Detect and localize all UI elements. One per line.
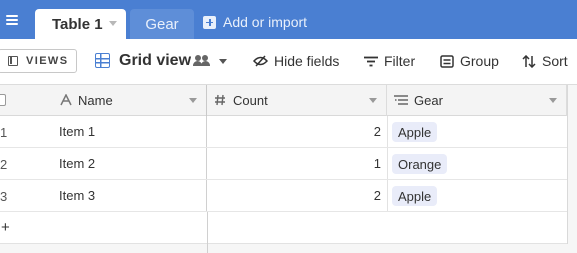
table-row[interactable]: 1 Item 1 2 Apple <box>0 116 567 148</box>
row-number: 1 <box>0 125 8 140</box>
eye-slash-icon <box>253 55 268 67</box>
row-number: 3 <box>0 189 8 204</box>
table-row[interactable]: 3 Item 3 2 Apple <box>0 180 567 212</box>
table-row[interactable]: 2 Item 2 1 Orange <box>0 148 567 180</box>
text-field-icon <box>60 94 72 106</box>
grid-icon <box>95 53 110 68</box>
hide-fields-label: Hide fields <box>274 53 340 69</box>
sidebar-icon <box>8 56 18 66</box>
column-header-name[interactable]: Name <box>45 85 207 116</box>
group-icon <box>440 54 454 68</box>
chevron-down-icon[interactable] <box>219 59 227 64</box>
row-primary-cells: 2 Item 2 <box>0 148 207 179</box>
row-primary-cells: 3 Item 3 <box>0 180 207 211</box>
views-button[interactable]: VIEWS <box>0 49 77 73</box>
grid-header: Name Count Gear <box>0 85 567 116</box>
tab-table-1[interactable]: Table 1 <box>35 9 126 39</box>
gear-link-pill[interactable]: Orange <box>392 154 448 174</box>
select-all-cell[interactable] <box>0 85 45 116</box>
data-grid: Name Count Gear 1 Item 1 2 Apple 2 Item … <box>0 85 577 253</box>
chevron-down-icon[interactable] <box>109 21 117 26</box>
name-cell[interactable]: Item 1 <box>59 124 95 139</box>
divider <box>387 148 388 179</box>
gear-link-pill[interactable]: Apple <box>392 186 438 206</box>
group-label: Group <box>460 53 499 69</box>
divider <box>207 212 208 244</box>
count-cell[interactable]: 1 <box>207 156 381 171</box>
divider <box>387 116 388 147</box>
hash-icon <box>215 94 225 106</box>
filter-label: Filter <box>384 53 416 69</box>
row-number: 2 <box>0 157 8 172</box>
group-button[interactable]: Group <box>440 53 499 69</box>
toolbar: VIEWS Grid view Hide fields Filter Group <box>0 39 577 85</box>
tab-bar: Table 1 Gear Add or import <box>0 0 577 39</box>
plus-square-icon <box>203 15 216 29</box>
column-label: Gear <box>414 93 443 108</box>
collaborators-icon[interactable] <box>193 55 211 67</box>
name-cell[interactable]: Item 2 <box>59 156 95 171</box>
view-name[interactable]: Grid view <box>119 52 191 70</box>
add-row-button[interactable]: + <box>1 219 10 236</box>
menu-icon[interactable] <box>6 15 20 27</box>
column-header-gear[interactable]: Gear <box>387 85 567 116</box>
sort-button[interactable]: Sort <box>522 53 568 69</box>
divider <box>207 244 208 253</box>
name-cell[interactable]: Item 3 <box>59 188 95 203</box>
gear-link-pill[interactable]: Apple <box>392 122 438 142</box>
count-cell[interactable]: 2 <box>207 124 381 139</box>
count-cell[interactable]: 2 <box>207 188 381 203</box>
row-primary-cells: 1 Item 1 <box>0 116 207 147</box>
tab-gear[interactable]: Gear <box>130 9 194 39</box>
column-label: Count <box>233 93 268 108</box>
checkbox-icon[interactable] <box>0 94 6 106</box>
tab-label: Table 1 <box>52 15 103 33</box>
views-label: VIEWS <box>26 55 69 67</box>
sort-label: Sort <box>542 53 568 69</box>
column-header-count[interactable]: Count <box>207 85 387 116</box>
filter-button[interactable]: Filter <box>364 53 415 69</box>
filter-icon <box>364 56 378 66</box>
add-or-import-label: Add or import <box>223 14 308 30</box>
column-label: Name <box>78 93 113 108</box>
chevron-down-icon[interactable] <box>549 98 557 103</box>
tab-label: Gear <box>145 15 179 33</box>
add-row[interactable]: + <box>0 212 567 244</box>
divider <box>567 85 568 244</box>
chevron-down-icon[interactable] <box>189 98 197 103</box>
chevron-down-icon[interactable] <box>369 98 377 103</box>
link-field-icon <box>394 95 408 105</box>
sort-icon <box>522 54 536 68</box>
add-or-import-button[interactable]: Add or import <box>203 14 307 30</box>
divider <box>387 180 388 211</box>
hide-fields-button[interactable]: Hide fields <box>253 53 339 69</box>
